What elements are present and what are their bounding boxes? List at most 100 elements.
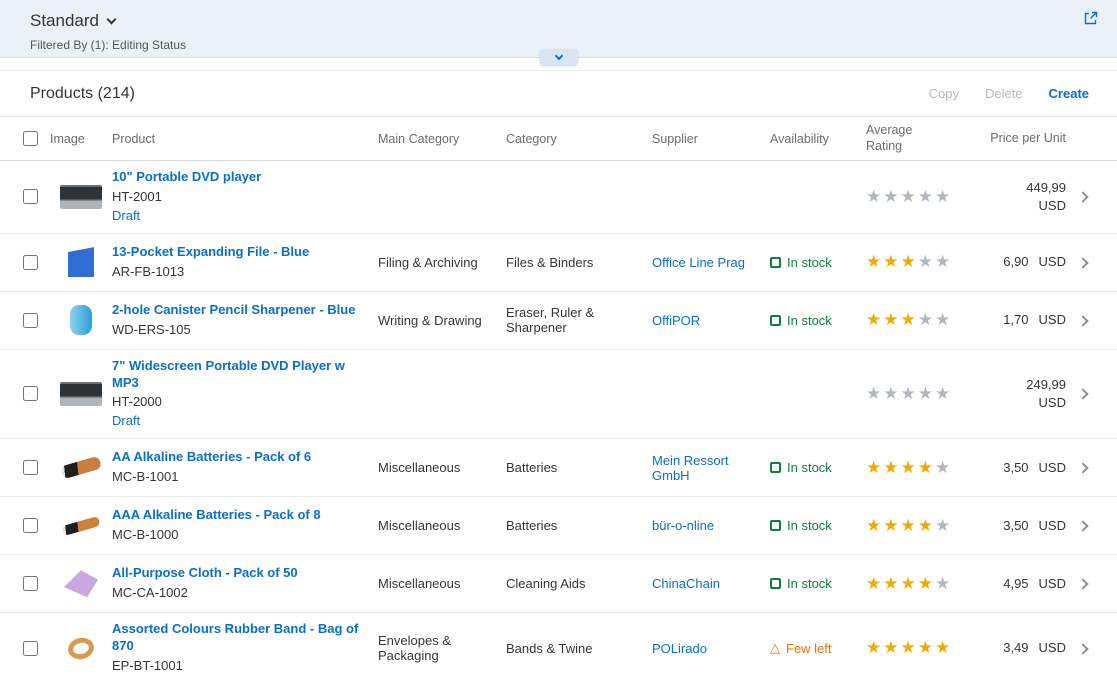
row-chevron-icon[interactable] (1077, 521, 1088, 532)
row-chevron-icon[interactable] (1077, 389, 1088, 400)
product-name-link[interactable]: All-Purpose Cloth - Pack of 50 (112, 565, 364, 582)
product-status-link[interactable]: Draft (112, 208, 364, 225)
category-cell: Eraser, Ruler & Sharpener (506, 305, 652, 335)
rating-stars: ★★★★★ (866, 384, 966, 404)
column-header-main-category: Main Category (378, 132, 506, 146)
row-chevron-icon[interactable] (1077, 463, 1088, 474)
copy-button[interactable]: Copy (929, 86, 959, 101)
star-icon: ★ (866, 252, 883, 272)
column-header-supplier: Supplier (652, 132, 770, 146)
star-icon: ★ (935, 310, 952, 330)
filter-bar: Standard Filtered By (1): Editing Status (0, 0, 1117, 57)
row-checkbox[interactable] (23, 576, 38, 591)
delete-button[interactable]: Delete (985, 86, 1023, 101)
row-chevron-icon[interactable] (1077, 579, 1088, 590)
row-checkbox[interactable] (23, 518, 38, 533)
rating-stars: ★★★★★ (866, 516, 966, 536)
star-icon: ★ (866, 384, 883, 404)
star-icon: ★ (883, 310, 900, 330)
star-icon: ★ (918, 516, 935, 536)
star-icon: ★ (935, 516, 952, 536)
row-chevron-icon[interactable] (1077, 643, 1088, 654)
price-cell: 3,49USD (966, 639, 1066, 657)
chevron-down-icon (107, 14, 117, 24)
row-checkbox[interactable] (23, 255, 38, 270)
star-icon: ★ (918, 458, 935, 478)
toolbar-actions: Copy Delete Create (929, 86, 1089, 101)
product-name-link[interactable]: AA Alkaline Batteries - Pack of 6 (112, 449, 364, 466)
star-icon: ★ (901, 384, 918, 404)
supplier-link[interactable]: OffiPOR (652, 313, 700, 328)
row-checkbox[interactable] (23, 189, 38, 204)
availability-label: In stock (787, 313, 832, 328)
price-cell: 449,99USD (966, 179, 1066, 214)
chevron-down-icon (554, 51, 562, 59)
table-row[interactable]: 7" Widescreen Portable DVD Player w MP3 … (0, 350, 1117, 440)
row-chevron-icon[interactable] (1077, 257, 1088, 268)
supplier-link[interactable]: Office Line Prag (652, 255, 745, 270)
product-image (57, 375, 105, 413)
table-row[interactable]: Assorted Colours Rubber Band - Bag of 87… (0, 613, 1117, 681)
availability-cell: In stock (770, 576, 866, 591)
table-row[interactable]: All-Purpose Cloth - Pack of 50 MC-CA-100… (0, 555, 1117, 613)
product-id: MC-B-1001 (112, 469, 364, 486)
availability-label: Few left (786, 641, 832, 656)
table-row[interactable]: 2-hole Canister Pencil Sharpener - Blue … (0, 292, 1117, 350)
product-name-link[interactable]: 13-Pocket Expanding File - Blue (112, 244, 364, 261)
product-image (57, 449, 105, 487)
star-icon: ★ (935, 252, 952, 272)
star-icon: ★ (901, 187, 918, 207)
rating-stars: ★★★★★ (866, 638, 966, 658)
product-name-link[interactable]: Assorted Colours Rubber Band - Bag of 87… (112, 621, 364, 655)
availability-label: In stock (787, 460, 832, 475)
product-name-link[interactable]: 2-hole Canister Pencil Sharpener - Blue (112, 302, 364, 319)
supplier-link[interactable]: ChinaChain (652, 576, 720, 591)
star-icon: ★ (883, 458, 900, 478)
row-chevron-icon[interactable] (1077, 315, 1088, 326)
table-row[interactable]: 13-Pocket Expanding File - Blue AR-FB-10… (0, 234, 1117, 292)
product-name-link[interactable]: 7" Widescreen Portable DVD Player w MP3 (112, 358, 364, 392)
row-chevron-icon[interactable] (1077, 192, 1088, 203)
star-icon: ★ (935, 384, 952, 404)
column-header-availability: Availability (770, 132, 866, 146)
table-row[interactable]: AAA Alkaline Batteries - Pack of 8 MC-B-… (0, 497, 1117, 555)
collapse-header-button[interactable] (540, 49, 578, 65)
star-icon: ★ (866, 310, 883, 330)
main-category-cell: Filing & Archiving (378, 255, 506, 270)
row-checkbox[interactable] (23, 313, 38, 328)
star-icon: ★ (866, 638, 883, 658)
share-button[interactable] (1080, 8, 1101, 32)
table-row[interactable]: AA Alkaline Batteries - Pack of 6 MC-B-1… (0, 439, 1117, 497)
availability-cell: In stock (770, 460, 866, 475)
product-name-link[interactable]: AAA Alkaline Batteries - Pack of 8 (112, 507, 364, 524)
product-status-link[interactable]: Draft (112, 413, 364, 430)
supplier-link[interactable]: bür-o-nline (652, 518, 714, 533)
table-row[interactable]: 10" Portable DVD player HT-2001 Draft ★★… (0, 161, 1117, 234)
create-button[interactable]: Create (1049, 86, 1089, 101)
price-cell: 3,50USD (966, 459, 1066, 477)
star-icon: ★ (883, 638, 900, 658)
table-toolbar: Products (214) Copy Delete Create (0, 71, 1117, 117)
product-name-link[interactable]: 10" Portable DVD player (112, 169, 364, 186)
in-stock-icon (770, 520, 781, 531)
star-icon: ★ (866, 516, 883, 536)
supplier-link[interactable]: Mein Ressort GmbH (652, 453, 729, 483)
star-icon: ★ (883, 574, 900, 594)
product-image (57, 301, 105, 339)
star-icon: ★ (883, 187, 900, 207)
product-image (57, 178, 105, 216)
star-icon: ★ (918, 310, 935, 330)
star-icon: ★ (918, 252, 935, 272)
product-id: HT-2001 (112, 189, 364, 206)
product-id: MC-B-1000 (112, 527, 364, 544)
table-title: Products (214) (30, 85, 135, 103)
column-header-price-per-unit: Price per Unit (966, 130, 1066, 147)
row-checkbox[interactable] (23, 641, 38, 656)
row-checkbox[interactable] (23, 386, 38, 401)
rating-stars: ★★★★★ (866, 252, 966, 272)
rating-stars: ★★★★★ (866, 187, 966, 207)
variant-selector[interactable]: Standard (30, 11, 115, 31)
row-checkbox[interactable] (23, 460, 38, 475)
supplier-link[interactable]: POLirado (652, 641, 707, 656)
select-all-checkbox[interactable] (23, 131, 38, 146)
